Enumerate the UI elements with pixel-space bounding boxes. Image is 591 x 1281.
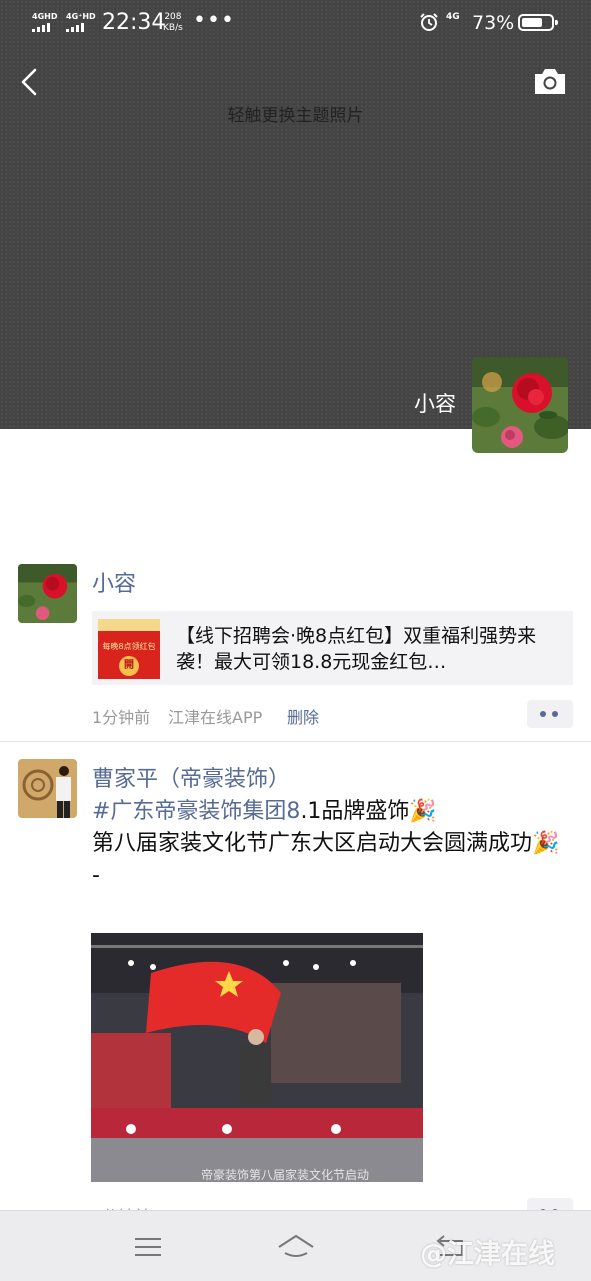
post-source: 江津在线APP	[168, 708, 263, 727]
post-avatar[interactable]	[18, 759, 77, 818]
rose-avatar-image	[472, 357, 568, 453]
post-time: 1分钟前	[92, 708, 151, 727]
speed-unit: KB/s	[163, 23, 183, 33]
cover-hint[interactable]: 轻触更换主题照片	[0, 101, 591, 126]
post-divider	[0, 741, 591, 742]
menu-icon[interactable]	[128, 1229, 168, 1265]
delete-link[interactable]: 删除	[287, 704, 319, 728]
battery-level	[522, 18, 542, 27]
status-bar: 4GHD 4G⁺HD 22:34 208 KB/s ••• 4G 73%	[0, 0, 591, 46]
speed-value: 208	[164, 12, 182, 22]
camera-icon[interactable]	[532, 66, 568, 98]
stage-event-photo: 帝豪装饰第八届家装文化节启动	[91, 933, 423, 1182]
sim2-label: 4G⁺HD	[66, 12, 96, 21]
more-actions-button[interactable]	[527, 700, 573, 728]
man-portrait-avatar	[18, 759, 77, 818]
battery-icon	[518, 14, 558, 31]
shared-link-title: 【线下招聘会·晚8点红包】双重福利强势来袭！最大可领18.8元现金红包…	[176, 625, 537, 673]
rose-avatar-image	[18, 564, 77, 623]
watermark: @江津在线	[420, 1239, 555, 1270]
signal-bars-icon	[32, 23, 56, 32]
post-text-line3: -	[92, 863, 100, 888]
shared-link-card[interactable]: 每晚8点领红包 開 【线下招聘会·晚8点红包】双重福利强势来袭！最大可领18.8…	[92, 611, 573, 685]
chevron-left-icon[interactable]	[18, 66, 46, 98]
post-author[interactable]: 曹家平（帝豪装饰）	[92, 761, 290, 793]
red-envelope-thumbnail: 每晚8点领红包 開	[98, 619, 160, 679]
home-icon[interactable]	[276, 1229, 316, 1265]
post-text: #广东帝豪装饰集团8.1品牌盛饰🎉 第八届家装文化节广东大区启动大会圆满成功🎉 …	[92, 796, 572, 892]
photo-caption: 帝豪装饰第八届家装文化节启动	[201, 1167, 369, 1182]
overflow-dots: •••	[193, 8, 235, 33]
signal-bars-icon	[66, 23, 90, 32]
owner-avatar[interactable]	[472, 357, 568, 453]
post-photo[interactable]: 帝豪装饰第八届家装文化节启动	[91, 933, 423, 1182]
battery-percent: 73%	[472, 12, 515, 34]
hashtag-link[interactable]: #广东帝豪装饰集团8	[92, 799, 300, 824]
thumb-banner-text: 每晚8点领红包	[102, 642, 156, 651]
network-speed: 208 KB/s	[163, 12, 183, 34]
alarm-clock-icon	[420, 13, 438, 31]
post-text-line1: .1品牌盛饰🎉	[300, 799, 437, 824]
sim1-label: 4GHD	[32, 12, 58, 21]
post-author[interactable]: 小容	[92, 566, 136, 598]
network-type: 4G	[446, 12, 460, 22]
thumb-open-button: 開	[119, 656, 139, 676]
post-text-line2: 第八届家装文化节广东大区启动大会圆满成功🎉	[92, 831, 560, 856]
status-time: 22:34	[102, 10, 166, 35]
owner-name[interactable]: 小容	[300, 388, 456, 418]
post-avatar[interactable]	[18, 564, 77, 623]
